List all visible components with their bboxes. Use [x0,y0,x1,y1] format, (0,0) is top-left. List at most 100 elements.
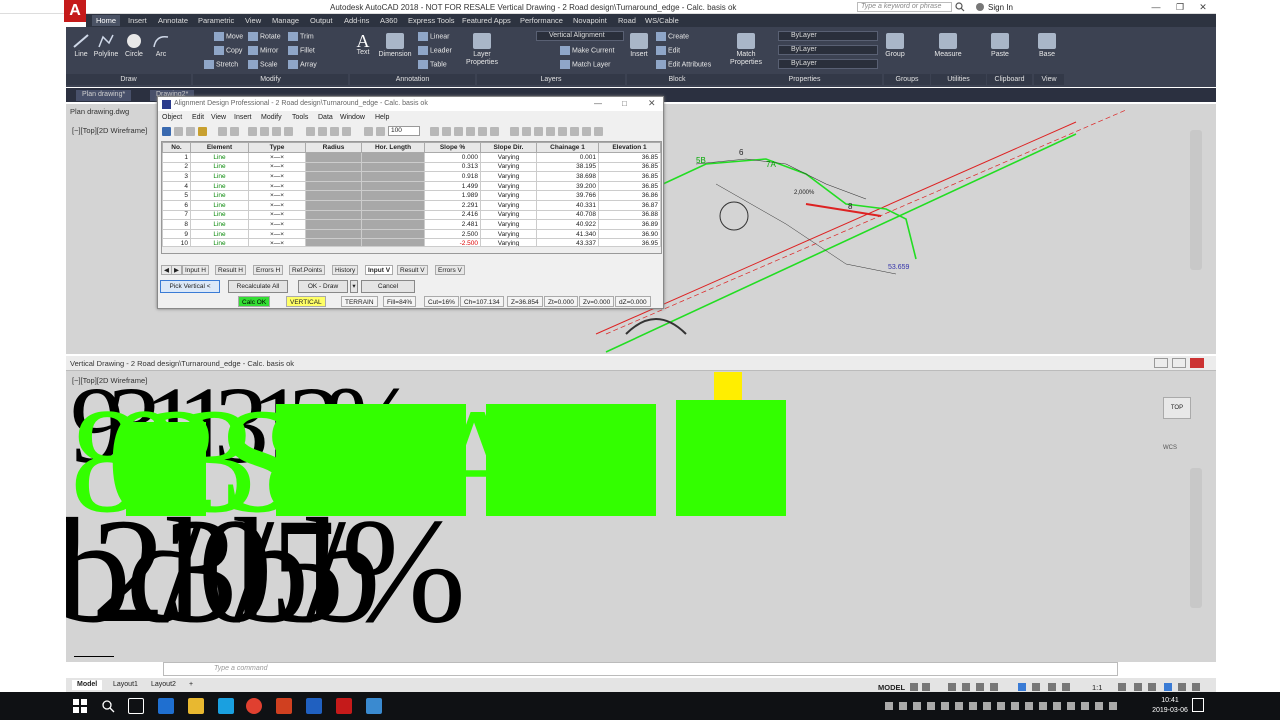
table-row[interactable]: 1 Line ×—× 0.000 Varying 0.001 36.85 [162,152,661,163]
utilities-group-label[interactable]: Utilities [931,74,986,85]
row-radius[interactable] [305,228,362,240]
undo-icon[interactable] [218,127,227,136]
row-slope-dir[interactable]: Varying [480,190,537,201]
table-row[interactable]: 7 Line ×—× 2.416 Varying 40.708 36.88 [162,209,661,221]
group-tool[interactable]: Group [884,33,906,58]
tab-output[interactable]: Output [306,15,337,26]
layer-properties-tool[interactable]: Layer Properties [464,33,500,67]
match-layer-button[interactable]: Match Layer [560,60,611,69]
row-type[interactable]: ×—× [248,228,306,240]
row-slope-dir[interactable]: Varying [480,219,537,230]
row-slope-dir[interactable]: Varying [480,180,537,192]
select-icon[interactable] [162,127,171,136]
row-chainage[interactable]: 40.708 [536,209,599,221]
edge-browser-icon[interactable] [158,698,174,714]
row-no[interactable]: 3 [162,171,191,182]
row-element[interactable]: Line [190,209,249,221]
insert-row-icon[interactable] [364,127,373,136]
subtab-errors-v[interactable]: Errors V [435,265,465,275]
row-elevation[interactable]: 36.87 [598,199,661,211]
mirror-button[interactable]: Mirror [248,46,278,55]
spiral-element-icon[interactable] [272,127,281,136]
subtab-errors-h[interactable]: Errors H [253,265,284,275]
row-radius[interactable] [305,161,362,173]
block-group-label[interactable]: Block [627,74,727,85]
delete-row-icon[interactable] [376,127,385,136]
row-no[interactable]: 8 [162,219,191,230]
row-elevation[interactable]: 36.88 [598,209,661,221]
skype-icon[interactable] [218,698,234,714]
row-hor-length[interactable] [361,228,425,240]
row-radius[interactable] [305,190,362,201]
zoom-select[interactable]: 100 [388,126,420,136]
array-button[interactable]: Array [288,60,317,69]
minimize-button[interactable]: — [1145,1,1167,13]
app-taskbar-icon[interactable] [366,698,382,714]
row-hor-length[interactable] [361,190,425,201]
row-slope[interactable]: 1.499 [424,180,481,192]
leader-button[interactable]: Leader [418,46,452,55]
model-space-button[interactable]: MODEL [878,683,905,692]
tab-ws-cable[interactable]: WS/Cable [641,15,683,26]
viewport-maximize-button[interactable] [1172,358,1186,368]
col-slope-dir[interactable]: Slope Dir. [480,142,537,153]
make-current-button[interactable]: Make Current [560,46,614,55]
circle-tool[interactable]: Circle [123,33,145,58]
stretch-button[interactable]: Stretch [204,60,238,69]
row-chainage[interactable]: 39.200 [536,180,599,192]
subtab-nav-right[interactable]: ▶ [171,265,182,275]
row-type[interactable]: ×—× [248,171,306,182]
clipboard-group-label[interactable]: Clipboard [987,74,1032,85]
row-chainage[interactable]: 38.698 [536,171,599,182]
col-hor-length[interactable]: Hor. Length [361,142,425,153]
row-chainage[interactable]: 41.340 [536,228,599,240]
arc-left-icon[interactable] [306,127,315,136]
rotate-button[interactable]: Rotate [248,32,281,41]
n-app-icon[interactable] [306,698,322,714]
dialog-close-button[interactable]: ✕ [648,98,656,109]
row-elevation[interactable]: 36.85 [598,161,661,173]
draw-group-label[interactable]: Draw [66,74,191,85]
dimension-tool[interactable]: Dimension [377,33,413,58]
element-grid[interactable]: No. Element Type Radius Hor. Length Slop… [161,141,662,254]
file-explorer-icon[interactable] [188,698,204,714]
table-row[interactable]: 6 Line ×—× 2.291 Varying 40.331 36.87 [162,199,661,211]
row-elevation[interactable]: 36.85 [598,180,661,192]
col-chainage[interactable]: Chainage 1 [536,142,599,153]
linear-button[interactable]: Linear [418,32,449,41]
row-slope[interactable]: 2.291 [424,199,481,211]
row-radius[interactable] [305,152,362,163]
row-type[interactable]: ×—× [248,219,306,230]
copy-button[interactable]: Copy [214,46,242,55]
row-no[interactable]: 6 [162,199,191,211]
menu-data[interactable]: Data [318,114,333,121]
zoom-extents-icon[interactable] [594,127,603,136]
pencil-icon[interactable] [534,127,543,136]
subtab-input-v[interactable]: Input V [365,265,394,275]
curve-element-icon[interactable] [260,127,269,136]
col-type[interactable]: Type [248,142,306,153]
col-elevation[interactable]: Elevation 1 [598,142,661,153]
row-hor-length[interactable] [361,199,425,211]
tab-a360[interactable]: A360 [376,15,402,26]
tangent-icon[interactable] [466,127,475,136]
row-chainage[interactable]: 0.001 [536,152,599,163]
tab-addins[interactable]: Add-ins [340,15,373,26]
horizontal-scrollbar[interactable] [162,246,661,253]
menu-view[interactable]: View [211,114,226,121]
color-dropdown[interactable]: ByLayer [778,31,878,41]
wcs-label[interactable]: WCS [1163,445,1177,451]
row-element[interactable]: Line [190,219,249,230]
settings-icon[interactable] [198,127,207,136]
row-slope-dir[interactable]: Varying [480,228,537,240]
row-elevation[interactable]: 36.89 [598,219,661,230]
table-row[interactable]: 4 Line ×—× 1.499 Varying 39.200 36.85 [162,180,661,192]
doc-tab-plan-drawing[interactable]: Plan drawing* [76,90,132,101]
fillet-button[interactable]: Fillet [288,46,315,55]
grid-icon[interactable] [174,127,183,136]
zoom-in-icon[interactable] [570,127,579,136]
sign-in-link[interactable]: Sign In [988,3,1013,12]
pick-line-icon[interactable] [510,127,519,136]
row-type[interactable]: ×—× [248,180,306,192]
col-no[interactable]: No. [162,142,191,153]
